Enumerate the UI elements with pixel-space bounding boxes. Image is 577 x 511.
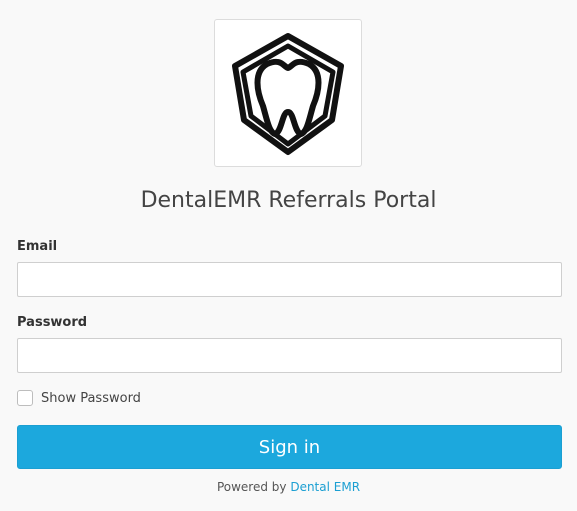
show-password-row[interactable]: Show Password (17, 389, 141, 407)
email-field[interactable] (17, 262, 562, 297)
sign-in-button[interactable]: Sign in (17, 425, 562, 469)
password-field[interactable] (17, 338, 562, 373)
powered-by-footer: Powered by Dental EMR (0, 480, 577, 494)
tooth-shield-icon (232, 33, 344, 155)
show-password-checkbox[interactable] (17, 390, 33, 406)
logo-container (214, 19, 362, 167)
email-label: Email (17, 239, 58, 254)
password-label: Password (17, 315, 88, 330)
powered-by-text: Powered by (216, 480, 287, 494)
page-title: DentalEMR Referrals Portal (140, 188, 437, 213)
dental-emr-link[interactable]: Dental EMR (290, 480, 360, 494)
show-password-label[interactable]: Show Password (41, 391, 141, 406)
